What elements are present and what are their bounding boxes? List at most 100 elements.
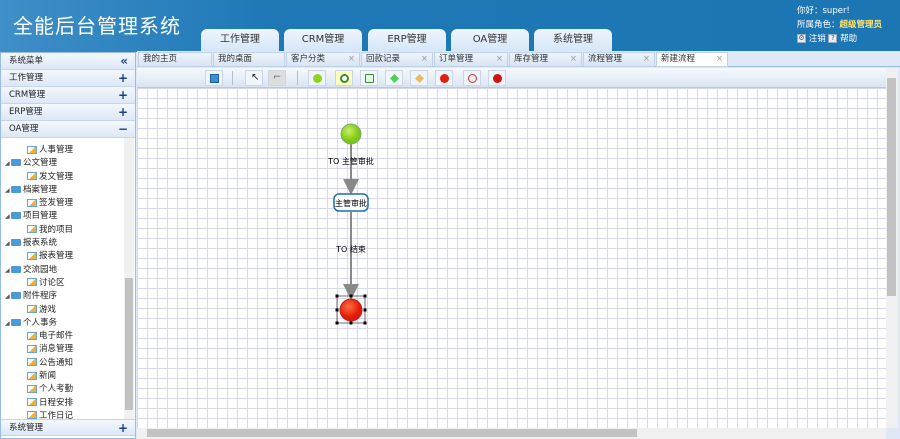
tree-folder[interactable]: ◢ 项目管理 [1, 210, 135, 223]
tree-folder[interactable]: ◢ 个人事务 [1, 317, 135, 330]
sidebar-section-system[interactable]: 系统管理 + [1, 419, 135, 436]
close-tab-icon[interactable]: × [643, 53, 650, 66]
tree-item-label: 讨论区 [39, 277, 65, 288]
tree-leaf[interactable]: 人事管理 [1, 144, 135, 157]
tree-leaf[interactable]: 公告通知 [1, 357, 135, 370]
close-tab-icon[interactable]: × [421, 53, 428, 66]
join-node-button[interactable] [410, 70, 428, 86]
close-tab-icon[interactable]: × [570, 53, 577, 66]
main-tab-oa[interactable]: OA管理 [451, 29, 529, 51]
tab-6[interactable]: 库存管理 × [509, 52, 582, 67]
sidebar-section-crm[interactable]: CRM管理 + [1, 87, 135, 104]
logout-icon: ⚙ [797, 34, 806, 43]
state-node-button[interactable] [360, 70, 378, 86]
page-edit-icon [27, 145, 37, 154]
error-end-button[interactable] [488, 70, 506, 86]
collapse-icon: − [117, 122, 128, 136]
tab-label: 回款记录 [366, 54, 401, 64]
tree-folder[interactable]: ◢ 交流园地 [1, 264, 135, 277]
tree-leaf[interactable]: 电子邮件 [1, 330, 135, 343]
tab-2[interactable]: 我的桌面 [213, 52, 285, 67]
select-tool-button[interactable]: ↖ [245, 70, 263, 86]
end-node-button[interactable] [435, 70, 453, 86]
tree-leaf[interactable]: 个人考勤 [1, 383, 135, 396]
tree-leaf[interactable]: 发文管理 [1, 171, 135, 184]
page-edit-icon [27, 398, 37, 407]
tree-folder[interactable]: ◢ 报表系统 [1, 237, 135, 250]
flow-canvas[interactable]: TO 主管审批 主管审批 TO 结束 [137, 88, 886, 428]
sidebar-section-erp[interactable]: ERP管理 + [1, 104, 135, 121]
collapse-sidebar-button[interactable]: « [120, 53, 128, 70]
help-link[interactable]: 帮助 [840, 34, 857, 44]
tree-leaf[interactable]: 签发管理 [1, 197, 135, 210]
tree-leaf[interactable]: 讨论区 [1, 277, 135, 290]
tree-folder[interactable]: ◢ 公文管理 [1, 157, 135, 170]
save-button[interactable] [205, 70, 223, 86]
oa-tree: 人事管理 ◢ 公文管理 发文管理 ◢ 档案管理 签发管理 ◢ 项目管理 我的项目 ◢ 报表系统 报表管理… [1, 138, 135, 420]
vertical-scroll-thumb[interactable] [887, 78, 896, 296]
page-edit-icon [27, 251, 37, 260]
header: 全能后台管理系统 工作管理 CRM管理 ERP管理 OA管理 系统管理 你好：s… [0, 0, 900, 52]
start-node[interactable] [340, 123, 362, 145]
transition-label-to-end[interactable]: TO 结束 [335, 244, 366, 254]
tree-leaf[interactable]: 报表管理 [1, 250, 135, 263]
tree-scroll-thumb[interactable] [125, 278, 133, 410]
end-error-icon [493, 74, 502, 83]
section-label: 工作管理 [9, 73, 44, 83]
main-tab-work[interactable]: 工作管理 [201, 29, 279, 51]
tree-leaf[interactable]: 消息管理 [1, 343, 135, 356]
folder-icon [11, 159, 21, 167]
cancel-end-button[interactable] [463, 70, 481, 86]
tab-3[interactable]: 客户分类 × [286, 52, 360, 67]
separator [232, 71, 233, 85]
tab-label: 流程管理 [588, 54, 623, 64]
transition-icon: ⌐ [273, 72, 282, 83]
canvas-vertical-scrollbar[interactable] [886, 68, 898, 428]
transition-tool-button[interactable]: ⌐ [268, 70, 286, 86]
section-label: CRM管理 [9, 90, 46, 100]
tab-5[interactable]: 订单管理 × [434, 52, 508, 67]
folder-icon [11, 318, 21, 326]
main-tab-system[interactable]: 系统管理 [534, 29, 612, 51]
transition-label-to-approval[interactable]: TO 主管审批 [327, 156, 374, 166]
role-value: 超级管理员 [839, 20, 883, 30]
sidebar-title-text: 系统菜单 [9, 56, 44, 66]
page-edit-icon [27, 344, 37, 353]
tree-scrollbar[interactable] [124, 138, 134, 420]
close-tab-icon[interactable]: × [348, 53, 355, 66]
tab-7[interactable]: 流程管理 × [583, 52, 655, 67]
horizontal-scroll-thumb[interactable] [147, 429, 637, 437]
tree-item-label: 日程安排 [39, 397, 74, 408]
tree-leaf[interactable]: 游戏 [1, 304, 135, 317]
close-tab-icon[interactable]: × [496, 53, 503, 66]
close-tab-icon[interactable]: × [716, 53, 723, 66]
start-node-button[interactable] [308, 70, 326, 86]
task-node-button[interactable] [335, 70, 353, 86]
sidebar-section-work[interactable]: 工作管理 + [1, 70, 135, 87]
flow-diagram: TO 主管审批 主管审批 TO 结束 [327, 123, 374, 325]
expand-icon: + [117, 88, 128, 102]
sidebar-section-oa[interactable]: OA管理 − [1, 121, 135, 138]
main-tab-crm[interactable]: CRM管理 [284, 29, 362, 51]
tree-leaf[interactable]: 新闻 [1, 370, 135, 383]
tree-folder[interactable]: ◢ 附件程序 [1, 290, 135, 303]
tree-folder[interactable]: ◢ 档案管理 [1, 184, 135, 197]
tree-item-label: 报表系统 [23, 238, 58, 249]
page-edit-icon [27, 225, 37, 234]
tree-leaf[interactable]: 我的项目 [1, 224, 135, 237]
section-label: 系统管理 [9, 423, 44, 433]
canvas-horizontal-scrollbar[interactable] [137, 428, 886, 439]
tab-8[interactable]: 新建流程 × [656, 52, 728, 67]
page-edit-icon [27, 384, 37, 393]
logout-link[interactable]: 注销 [809, 34, 826, 44]
expand-icon: + [117, 71, 128, 85]
tab-4[interactable]: 回款记录 × [361, 52, 433, 67]
fork-node-button[interactable] [385, 70, 403, 86]
sidebar: 系统菜单 « 工作管理 + CRM管理 + ERP管理 + OA管理 − 人事管理 ◢ 公文管… [0, 52, 136, 439]
main-tab-erp[interactable]: ERP管理 [368, 29, 446, 51]
end-cancel-icon [468, 74, 477, 83]
end-node[interactable] [339, 298, 363, 322]
section-label: OA管理 [9, 124, 39, 134]
tree-leaf[interactable]: 日程安排 [1, 397, 135, 410]
tab-1[interactable]: 我的主页 [138, 52, 212, 67]
